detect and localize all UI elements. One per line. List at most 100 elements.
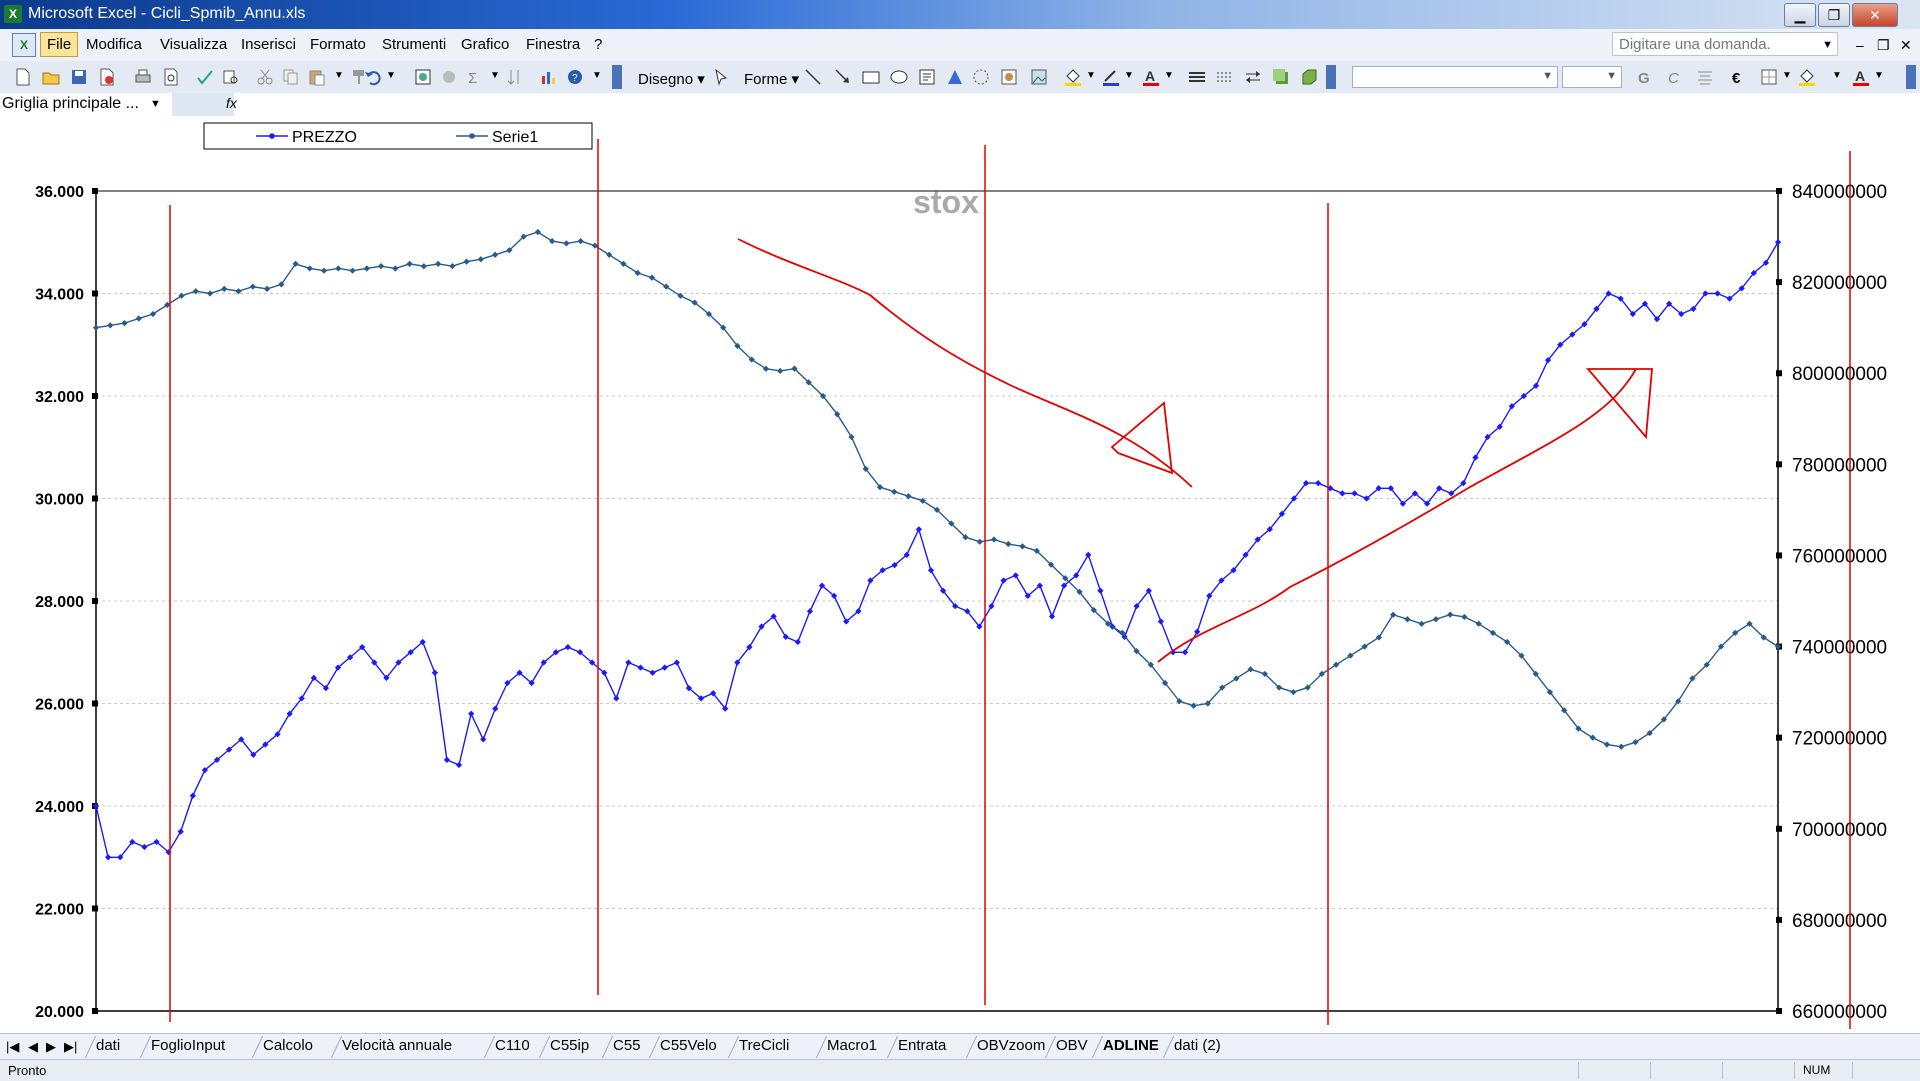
select-objects-icon[interactable]	[712, 68, 730, 86]
workbook-icon[interactable]: X	[12, 33, 36, 57]
data-point-prezzo[interactable]	[1774, 239, 1782, 246]
data-point-serie1[interactable]	[777, 367, 784, 375]
data-point-prezzo[interactable]	[443, 756, 451, 764]
chevron-down-icon[interactable]: ▼	[1782, 70, 1792, 81]
bold-button[interactable]: G	[1638, 70, 1650, 87]
series-line-prezzo[interactable]	[95, 241, 1779, 858]
menu-visualizza[interactable]: Visualizza	[160, 36, 227, 53]
chevron-down-icon[interactable]: ▼	[490, 70, 500, 81]
fill-color-icon[interactable]	[1064, 68, 1082, 86]
chevron-down-icon[interactable]: ▼	[1874, 70, 1884, 81]
line-color-icon[interactable]	[1102, 68, 1120, 86]
prev-sheet-icon[interactable]: ◀	[28, 1039, 38, 1055]
oval-tool-icon[interactable]	[890, 68, 908, 86]
menu-formato[interactable]: Formato	[310, 36, 366, 53]
font-color-icon[interactable]: A	[1142, 68, 1160, 86]
data-point-prezzo[interactable]	[927, 567, 935, 574]
data-point-serie1[interactable]	[121, 320, 128, 327]
permission-icon[interactable]	[98, 68, 116, 86]
first-sheet-icon[interactable]: |◀	[6, 1039, 19, 1055]
textbox-tool-icon[interactable]	[918, 68, 936, 86]
minimize-button[interactable]: ▁	[1784, 3, 1816, 27]
data-point-serie1[interactable]	[563, 240, 570, 247]
function-icon[interactable]: fx	[226, 95, 237, 111]
data-point-prezzo[interactable]	[1097, 587, 1104, 594]
sheet-tab-velocit-annuale[interactable]: Velocità annuale	[342, 1037, 452, 1054]
autosum-icon[interactable]	[440, 68, 458, 86]
data-point-serie1[interactable]	[1404, 616, 1411, 623]
data-point-serie1[interactable]	[1603, 741, 1611, 748]
data-point-prezzo[interactable]	[1315, 479, 1322, 487]
chart-area[interactable]: 36.000 34.000 32.000 30.000 28.000 26.000 24.0…	[0, 117, 1920, 1033]
3d-style-icon[interactable]	[1300, 68, 1318, 86]
sort-icon[interactable]	[506, 68, 524, 86]
data-point-prezzo[interactable]	[1472, 454, 1479, 461]
data-point-serie1[interactable]	[378, 263, 385, 270]
data-point-serie1[interactable]	[976, 538, 983, 545]
clipart-icon[interactable]	[1000, 68, 1018, 86]
doc-close-button[interactable]: ✕	[1900, 37, 1912, 54]
spelling-icon[interactable]	[196, 68, 214, 86]
sheet-tab-dati-2-[interactable]: dati (2)	[1174, 1037, 1221, 1054]
data-point-serie1[interactable]	[349, 267, 356, 274]
data-point-prezzo[interactable]	[673, 659, 680, 666]
data-point-prezzo[interactable]	[637, 664, 644, 671]
data-point-prezzo[interactable]	[189, 792, 196, 799]
autoshapes-menu[interactable]: Forme ▾	[744, 70, 799, 88]
data-point-serie1[interactable]	[891, 488, 898, 495]
new-document-icon[interactable]	[14, 68, 32, 86]
data-point-serie1[interactable]	[1290, 688, 1297, 696]
arrow-style-icon[interactable]	[1244, 68, 1262, 86]
shadow-style-icon[interactable]	[1272, 68, 1290, 86]
print-icon[interactable]	[134, 68, 152, 86]
adline-chart[interactable]: 36.000 34.000 32.000 30.000 28.000 26.000 24.0…	[0, 117, 1920, 1033]
data-point-prezzo[interactable]	[1351, 490, 1358, 497]
menu-file[interactable]: File	[40, 32, 79, 57]
data-point-prezzo[interactable]	[1000, 577, 1007, 584]
data-point-serie1[interactable]	[406, 260, 413, 267]
data-point-serie1[interactable]	[492, 251, 499, 258]
sheet-tab-foglioinput[interactable]: FoglioInput	[151, 1037, 225, 1054]
doc-restore-button[interactable]: ❐	[1877, 37, 1890, 54]
font-color-icon[interactable]: A	[1852, 68, 1870, 86]
last-sheet-icon[interactable]: ▶|	[64, 1039, 77, 1055]
menu-strumenti[interactable]: Strumenti	[382, 36, 446, 53]
data-point-serie1[interactable]	[392, 265, 399, 272]
data-point-prezzo[interactable]	[177, 828, 184, 835]
drawing-menu[interactable]: Disegno ▾	[638, 70, 705, 88]
help-icon[interactable]: ?	[566, 68, 584, 86]
data-point-prezzo[interactable]	[1181, 649, 1189, 656]
rectangle-tool-icon[interactable]	[862, 68, 880, 86]
data-point-serie1[interactable]	[263, 285, 271, 293]
data-point-prezzo[interactable]	[782, 633, 789, 641]
data-point-prezzo[interactable]	[1194, 628, 1201, 635]
paste-icon[interactable]	[308, 68, 326, 86]
data-point-serie1[interactable]	[1461, 613, 1468, 621]
chevron-down-icon[interactable]: ▼	[592, 70, 602, 81]
menu-inserisci[interactable]: Inserisci	[241, 36, 296, 53]
data-point-prezzo[interactable]	[492, 705, 499, 712]
menu-modifica[interactable]: Modifica	[86, 36, 142, 53]
data-point-serie1[interactable]	[477, 256, 484, 263]
sheet-tab-entrata[interactable]: Entrata	[898, 1037, 946, 1054]
data-point-prezzo[interactable]	[105, 854, 112, 861]
italic-button[interactable]: C	[1668, 70, 1679, 87]
fill-color-icon[interactable]	[1798, 68, 1816, 86]
data-point-serie1[interactable]	[306, 265, 313, 272]
save-icon[interactable]	[70, 68, 88, 86]
chevron-down-icon[interactable]: ▼	[1822, 33, 1833, 57]
line-style-icon[interactable]	[1188, 68, 1206, 86]
toolbar-grip[interactable]	[1906, 65, 1916, 89]
menu-help[interactable]: ?	[594, 36, 602, 53]
wordart-icon[interactable]	[946, 68, 964, 86]
picture-icon[interactable]	[1030, 68, 1048, 86]
data-point-prezzo[interactable]	[915, 526, 922, 533]
data-point-prezzo[interactable]	[1714, 290, 1721, 297]
data-point-prezzo[interactable]	[1157, 618, 1164, 625]
data-point-serie1[interactable]	[1418, 620, 1425, 627]
align-icon[interactable]	[1696, 68, 1714, 86]
close-button[interactable]: ✕	[1852, 3, 1898, 27]
sigma-icon[interactable]: Σ	[468, 70, 477, 87]
menu-grafico[interactable]: Grafico	[461, 36, 509, 53]
data-point-serie1[interactable]	[1005, 540, 1012, 548]
